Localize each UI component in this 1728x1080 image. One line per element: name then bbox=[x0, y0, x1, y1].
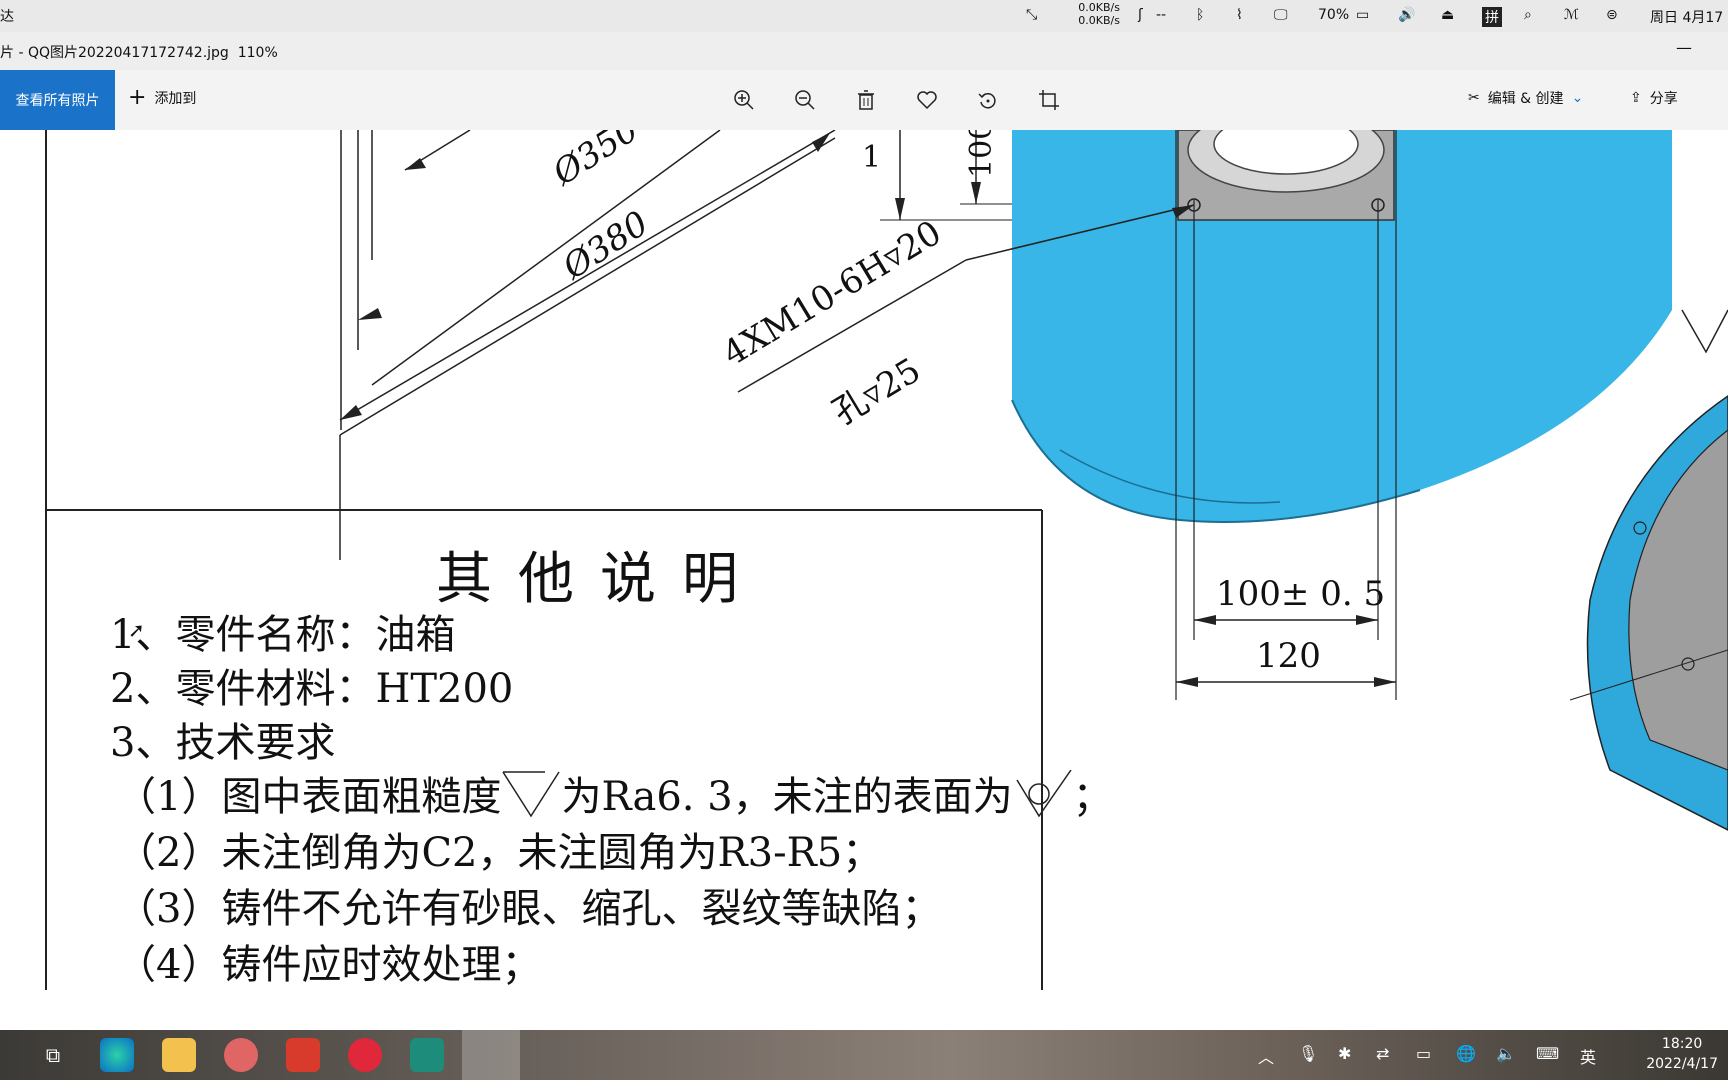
search-icon[interactable]: ⌕ bbox=[1524, 7, 1532, 23]
roughness-symbol-icon bbox=[502, 771, 561, 818]
keyboard-icon[interactable]: ⌨ bbox=[1536, 1044, 1559, 1063]
net-down: 0.0KB/s bbox=[1078, 14, 1120, 27]
note-roughness-middle: 为Ra6. 3，未注的表面为 bbox=[561, 774, 1013, 820]
note-material: 2、零件材料：HT200 bbox=[110, 666, 514, 712]
settings-tray-icon[interactable]: ⇄ bbox=[1376, 1044, 1389, 1063]
unmachined-surface-symbol-icon bbox=[1016, 769, 1072, 818]
ime-indicator[interactable]: 拼 bbox=[1482, 7, 1502, 27]
mouse-cursor-icon: ➚ bbox=[128, 618, 145, 642]
plus-icon: + bbox=[128, 85, 147, 110]
control-center-icon[interactable]: ⊜ bbox=[1606, 7, 1618, 23]
globe-icon[interactable]: 🌐 bbox=[1456, 1044, 1476, 1063]
zoom-level: 110% bbox=[237, 45, 278, 61]
date-text: 周日 4月17 bbox=[1650, 10, 1724, 26]
clock-time: 18:20 bbox=[1661, 1036, 1703, 1052]
zoom-out-icon[interactable] bbox=[793, 88, 817, 112]
add-to-button[interactable]: + 添加到 bbox=[128, 85, 197, 110]
note-roughness-prefix: （1）图中表面粗糙度 bbox=[116, 774, 502, 820]
note-requirements: 3、技术要求 bbox=[110, 720, 336, 766]
battery-tray-icon[interactable]: ▭ bbox=[1416, 1044, 1431, 1063]
dim-100-tolerance-label: 100± 0. 5 bbox=[1216, 574, 1386, 614]
eject-icon[interactable]: ⏏ bbox=[1441, 7, 1454, 23]
edge-browser-icon[interactable] bbox=[100, 1038, 134, 1072]
note-part-name: 1、零件名称：油箱 bbox=[110, 612, 456, 658]
notes-block: 其他说明 1、零件名称：油箱 2、零件材料：HT200 3、技术要求 （1）图中… bbox=[46, 510, 1113, 990]
volume-icon[interactable]: 🔊 bbox=[1398, 7, 1415, 23]
autocad-icon[interactable] bbox=[410, 1038, 444, 1072]
note-roughness: （1）图中表面粗糙度 为Ra6. 3，未注的表面为 ； bbox=[116, 764, 1113, 822]
note-casting-defects: （3）铸件不允许有砂眼、缩孔、裂纹等缺陷； bbox=[116, 886, 942, 932]
file-name: 片 - QQ图片20220417172742.jpg bbox=[0, 45, 229, 61]
zoom-in-icon[interactable] bbox=[732, 88, 756, 112]
file-explorer-icon[interactable] bbox=[162, 1038, 196, 1072]
battery-icon[interactable]: ▭ bbox=[1356, 7, 1369, 23]
network-speed: 0.0KB/s 0.0KB/s bbox=[1074, 1, 1120, 27]
delete-icon[interactable] bbox=[854, 88, 878, 112]
speaker-icon[interactable]: 🔈 bbox=[1496, 1044, 1516, 1063]
sync-icon[interactable]: ⤡ bbox=[1026, 7, 1037, 23]
share-button[interactable]: ⇪ 分享 bbox=[1630, 88, 1678, 108]
image-canvas[interactable]: Ø350 Ø380 100 1 4XM10-6H▿20 孔▿25 100± 0.… bbox=[0, 130, 1728, 990]
edit-create-label: 编辑 & 创建 bbox=[1487, 91, 1564, 107]
photos-app-active-icon[interactable] bbox=[462, 1030, 520, 1080]
share-label: 分享 bbox=[1649, 91, 1678, 107]
dim-100-vertical-label: 100 bbox=[964, 130, 999, 178]
window-titlebar: 片 - QQ图片20220417172742.jpg 110% — bbox=[0, 32, 1728, 70]
netease-music-icon[interactable] bbox=[348, 1038, 382, 1072]
taskbar-clock[interactable]: 18:20 2022/4/17 bbox=[1646, 1034, 1718, 1074]
app-name: 达 bbox=[0, 9, 14, 25]
signal-text: -- bbox=[1156, 7, 1167, 23]
input-language[interactable]: 英 bbox=[1580, 1044, 1596, 1068]
crop-icon[interactable] bbox=[1037, 88, 1061, 112]
chevron-down-icon: ⌄ bbox=[1571, 90, 1584, 106]
signal-icon: ʃ bbox=[1138, 7, 1143, 23]
system-status-bar: 达 ⤡ 0.0KB/s 0.0KB/s ʃ -- ᛒ ⌇ 🖵 70% ▭ 🔊 ⏏… bbox=[0, 0, 1728, 32]
note-aging: （4）铸件应时效处理； bbox=[116, 942, 542, 988]
app-icon-red[interactable] bbox=[224, 1038, 258, 1072]
display-icon[interactable]: 🖵 bbox=[1274, 7, 1288, 23]
share-icon: ⇪ bbox=[1630, 90, 1642, 106]
note-chamfer: （2）未注倒角为C2，未注圆角为R3-R5； bbox=[116, 830, 883, 876]
clock-date: 2022/4/17 bbox=[1646, 1056, 1718, 1072]
wps-icon[interactable] bbox=[286, 1038, 320, 1072]
stats-icon[interactable]: ℳ bbox=[1564, 7, 1579, 23]
taskbar: ⧉ ︿ 🎙 ✱ ⇄ ▭ 🌐 🔈 ⌨ 英 18:20 2022/4/17 bbox=[0, 1030, 1728, 1080]
microphone-icon[interactable]: 🎙 bbox=[1298, 1044, 1318, 1063]
heart-icon[interactable] bbox=[915, 88, 939, 112]
dim-120-label: 120 bbox=[1256, 636, 1321, 676]
dim-1-label: 1 bbox=[862, 140, 882, 175]
view-all-photos-button[interactable]: 查看所有照片 bbox=[0, 70, 115, 130]
bluetooth-icon[interactable]: ᛒ bbox=[1196, 7, 1204, 23]
photo-toolbar: 查看所有照片 + 添加到 ✂ 编辑 & 创建 ⌄ ⇪ 分享 bbox=[0, 70, 1728, 130]
wifi-off-icon[interactable]: ⌇ bbox=[1236, 7, 1243, 23]
net-up: 0.0KB/s bbox=[1078, 1, 1120, 14]
battery-text: 70% bbox=[1318, 7, 1350, 23]
minimize-button[interactable]: — bbox=[1676, 38, 1692, 57]
chevron-up-icon[interactable]: ︿ bbox=[1258, 1044, 1274, 1068]
bluetooth-tray-icon[interactable]: ✱ bbox=[1338, 1044, 1351, 1063]
edit-icon: ✂ bbox=[1468, 90, 1480, 106]
task-view-icon[interactable]: ⧉ bbox=[36, 1038, 70, 1072]
add-to-label: 添加到 bbox=[154, 91, 197, 107]
edit-create-button[interactable]: ✂ 编辑 & 创建 ⌄ bbox=[1468, 88, 1583, 108]
note-roughness-end: ； bbox=[1072, 774, 1113, 820]
rotate-icon[interactable] bbox=[976, 88, 1000, 112]
notes-heading: 其他说明 bbox=[436, 547, 764, 612]
window-title: 片 - QQ图片20220417172742.jpg 110% bbox=[0, 42, 278, 62]
